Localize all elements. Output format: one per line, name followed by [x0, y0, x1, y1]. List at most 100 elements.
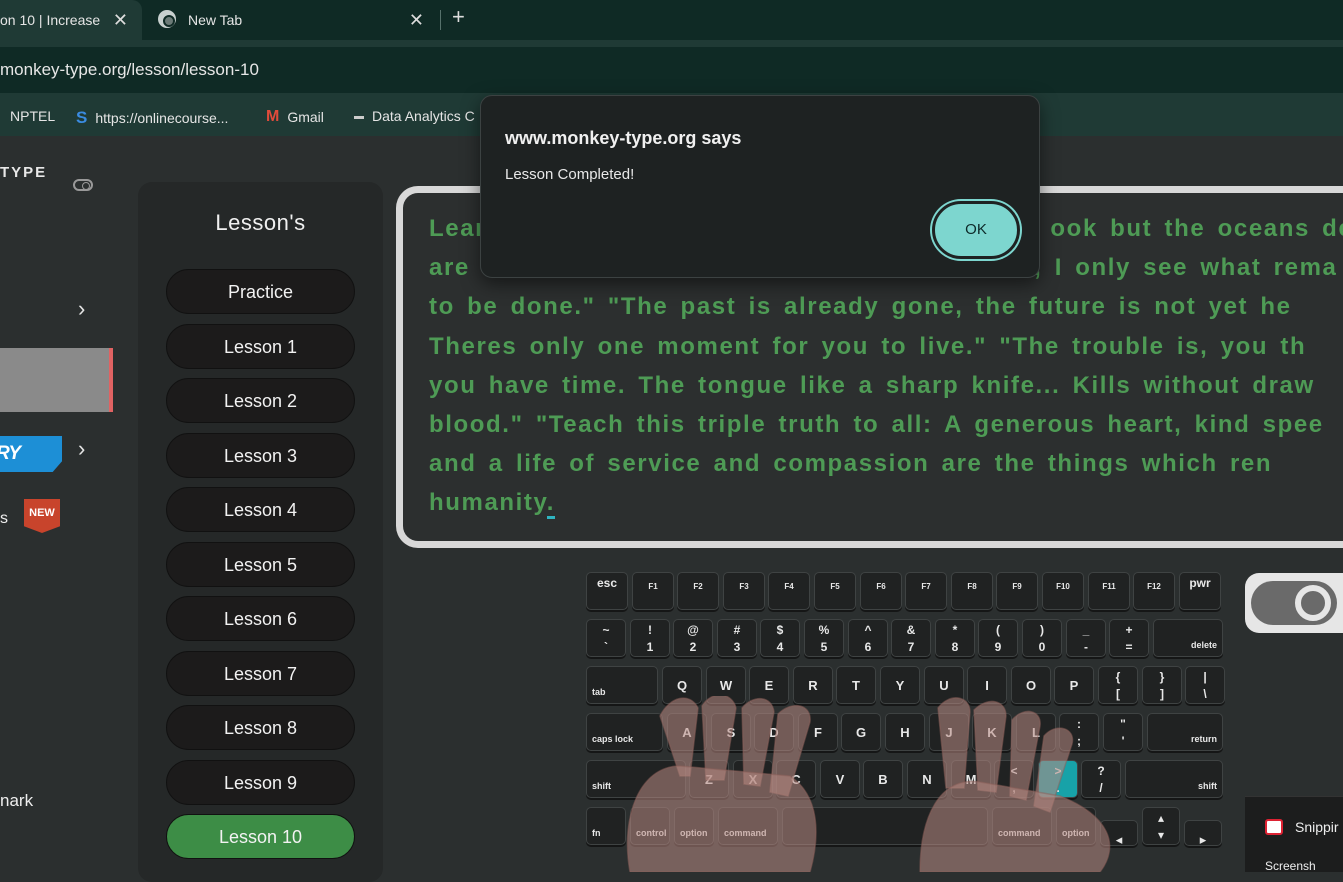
key-n[interactable]: N: [907, 760, 947, 798]
lesson-button-5[interactable]: Lesson 5: [166, 542, 355, 587]
lesson-button-4[interactable]: Lesson 4: [166, 487, 355, 532]
bookmark-data-analytics[interactable]: ▬ Data Analytics C: [354, 108, 475, 124]
key-h[interactable]: H: [885, 713, 925, 751]
nav-item-active[interactable]: [0, 348, 113, 412]
key-k[interactable]: K: [972, 713, 1012, 751]
key-r[interactable]: R: [793, 666, 833, 704]
tab-new-tab[interactable]: New Tab ✕: [158, 0, 430, 40]
key-q[interactable]: Q: [662, 666, 702, 704]
key-shift-right[interactable]: shift: [1125, 760, 1223, 798]
lesson-button-practice[interactable]: Practice: [166, 269, 355, 314]
nav-item-label[interactable]: nark: [0, 791, 33, 811]
key-6[interactable]: ^ 6: [848, 619, 888, 657]
lesson-button-7[interactable]: Lesson 7: [166, 651, 355, 696]
key-`[interactable]: ~ `: [586, 619, 626, 657]
key-tab[interactable]: tab: [586, 666, 658, 704]
key-sym[interactable]: ? /: [1081, 760, 1121, 798]
key-9[interactable]: (9: [978, 619, 1018, 657]
key-f7[interactable]: F7: [905, 572, 947, 610]
key-u[interactable]: U: [924, 666, 964, 704]
bookmark-gmail[interactable]: M Gmail: [266, 108, 324, 126]
key-f12[interactable]: F12: [1133, 572, 1175, 610]
key-sym[interactable]: " ': [1103, 713, 1143, 751]
key-c[interactable]: C: [776, 760, 816, 798]
lesson-button-8[interactable]: Lesson 8: [166, 705, 355, 750]
key-g[interactable]: G: [841, 713, 881, 751]
key-0[interactable]: ) 0: [1022, 619, 1062, 657]
theme-toggle-icon[interactable]: [73, 179, 93, 191]
key-b[interactable]: B: [863, 760, 903, 798]
bookmark-onlinecourses[interactable]: S https://onlinecourse...: [76, 108, 228, 128]
key-z[interactable]: Z: [689, 760, 729, 798]
key-1[interactable]: ! 1: [630, 619, 670, 657]
key-8[interactable]: * 8: [935, 619, 975, 657]
snipping-tool-notification[interactable]: Snippir Screensh: [1245, 796, 1343, 873]
key-w[interactable]: W: [706, 666, 746, 704]
key-s[interactable]: S: [711, 713, 751, 751]
key-f11[interactable]: F11: [1088, 572, 1130, 610]
key-p[interactable]: P: [1054, 666, 1094, 704]
key-return[interactable]: return: [1147, 713, 1223, 751]
key-7[interactable]: & 7: [891, 619, 931, 657]
try-now-banner[interactable]: RY NOW: [0, 436, 62, 472]
key-option-right[interactable]: option: [1056, 807, 1096, 845]
lesson-button-2[interactable]: Lesson 2: [166, 378, 355, 423]
key-caps-lock[interactable]: caps lock: [586, 713, 663, 751]
key-v[interactable]: V: [820, 760, 860, 798]
key-delete[interactable]: delete: [1153, 619, 1223, 657]
key-space[interactable]: [782, 807, 988, 845]
key-fn[interactable]: fn: [586, 807, 626, 845]
chevron-right-icon[interactable]: ›: [78, 436, 85, 462]
brand-logo[interactable]: TYPE: [0, 164, 47, 181]
nav-item-label[interactable]: s: [0, 510, 8, 528]
chevron-right-icon[interactable]: ›: [78, 296, 85, 322]
key-i[interactable]: I: [967, 666, 1007, 704]
key-shift-left[interactable]: shift: [586, 760, 686, 798]
key-sym[interactable]: | \: [1185, 666, 1225, 704]
url-field[interactable]: monkey-type.org/lesson/lesson-10: [0, 47, 1343, 93]
key-arrow-right[interactable]: ▸: [1184, 820, 1222, 847]
key-m[interactable]: M: [951, 760, 991, 798]
key-f4[interactable]: F4: [768, 572, 810, 610]
key-l[interactable]: L: [1016, 713, 1056, 751]
key-a[interactable]: A: [667, 713, 707, 751]
key-arrow-left[interactable]: ◂: [1100, 820, 1138, 847]
key-o[interactable]: O: [1011, 666, 1051, 704]
key-d[interactable]: D: [754, 713, 794, 751]
key-esc[interactable]: esc: [586, 572, 628, 610]
toggle-switch[interactable]: [1245, 573, 1343, 633]
key-f3[interactable]: F3: [723, 572, 765, 610]
key-sym[interactable]: <,: [994, 760, 1034, 798]
key-5[interactable]: % 5: [804, 619, 844, 657]
key-e[interactable]: E: [749, 666, 789, 704]
key-sym[interactable]: {[: [1098, 666, 1138, 704]
key-command-right[interactable]: command: [992, 807, 1052, 845]
key-f1[interactable]: F1: [632, 572, 674, 610]
key-command-left[interactable]: command: [718, 807, 778, 845]
key-y[interactable]: Y: [880, 666, 920, 704]
lesson-button-1[interactable]: Lesson 1: [166, 324, 355, 369]
lesson-button-3[interactable]: Lesson 3: [166, 433, 355, 478]
new-tab-button[interactable]: +: [452, 4, 465, 30]
key-control[interactable]: control: [630, 807, 670, 845]
key-sym[interactable]: }]: [1142, 666, 1182, 704]
key-option-left[interactable]: option: [674, 807, 714, 845]
key-4[interactable]: $4: [760, 619, 800, 657]
key-f10[interactable]: F10: [1042, 572, 1084, 610]
ok-button[interactable]: OK: [932, 201, 1020, 259]
close-icon[interactable]: ✕: [113, 10, 128, 31]
lesson-button-10[interactable]: Lesson 10: [166, 814, 355, 859]
key-t[interactable]: T: [836, 666, 876, 704]
key-3[interactable]: #3: [717, 619, 757, 657]
lesson-button-6[interactable]: Lesson 6: [166, 596, 355, 641]
key-f8[interactable]: F8: [951, 572, 993, 610]
key--[interactable]: _ -: [1066, 619, 1106, 657]
key-2[interactable]: @2: [673, 619, 713, 657]
key-=[interactable]: + =: [1109, 619, 1149, 657]
bookmark-nptel[interactable]: NPTEL: [10, 108, 55, 124]
key-sym[interactable]: :;: [1059, 713, 1099, 751]
key-j[interactable]: J: [929, 713, 969, 751]
tab-lesson-10[interactable]: on 10 | Increase ✕: [0, 0, 142, 40]
key-f9[interactable]: F9: [996, 572, 1038, 610]
key-arrow-updown[interactable]: ▴ ▾: [1142, 807, 1180, 845]
